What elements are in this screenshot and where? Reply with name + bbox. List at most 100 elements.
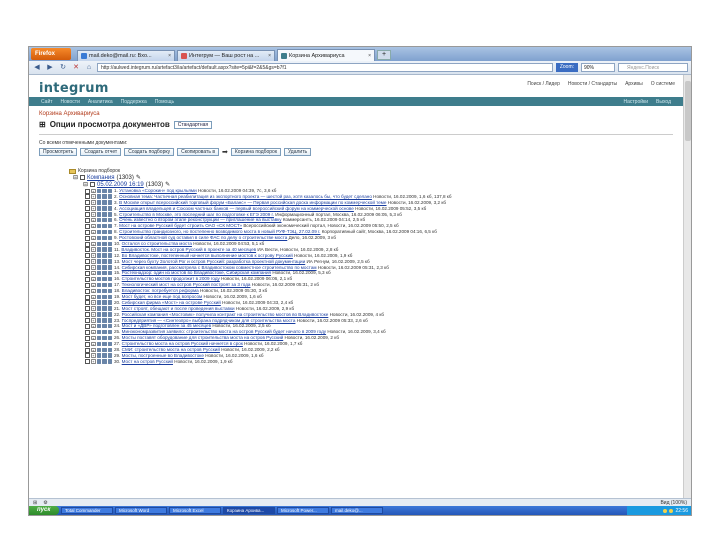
checkbox[interactable] xyxy=(85,247,90,253)
expand-icon[interactable]: + xyxy=(91,335,96,341)
document-title[interactable]: Строительство моста на остров Русский на… xyxy=(122,341,243,346)
checkbox[interactable] xyxy=(85,294,90,300)
search-input[interactable]: Яндекс.Поиск xyxy=(618,63,688,72)
edit-icon[interactable]: ✎ xyxy=(165,181,170,188)
document-icon[interactable] xyxy=(96,347,101,353)
create-collection-button[interactable]: Создать подборку xyxy=(124,148,175,156)
checkbox[interactable] xyxy=(85,265,90,271)
print-icon[interactable] xyxy=(102,288,107,294)
document-icon[interactable] xyxy=(96,329,101,335)
top-link[interactable]: Архивы xyxy=(625,81,643,87)
print-icon[interactable] xyxy=(102,200,107,205)
create-report-button[interactable]: Создать отчет xyxy=(80,148,122,156)
subfolder-link[interactable]: 05.02.2009 16:19 xyxy=(97,182,144,188)
document-title[interactable]: Мост будет, но все еще под вопросом xyxy=(122,294,203,299)
checkbox[interactable] xyxy=(85,312,90,318)
expand-icon[interactable]: + xyxy=(91,318,96,323)
print-icon[interactable] xyxy=(102,206,107,211)
menu-item[interactable]: Сайт xyxy=(41,99,53,105)
document-icon[interactable] xyxy=(96,259,101,264)
print-icon[interactable] xyxy=(102,253,107,258)
print-icon[interactable] xyxy=(102,259,107,264)
expand-icon[interactable]: + xyxy=(91,288,96,294)
save-icon[interactable] xyxy=(107,294,112,300)
document-icon[interactable] xyxy=(96,318,101,323)
document-title[interactable]: Владивосток: потребуется реформа xyxy=(122,288,199,293)
expand-icon[interactable]: + xyxy=(91,323,96,329)
save-icon[interactable] xyxy=(107,306,112,311)
document-icon[interactable] xyxy=(96,312,101,317)
taskbar-item[interactable]: Microsoft Excel xyxy=(169,507,221,514)
document-title[interactable]: Мосты, построенные во Владивостоке xyxy=(122,353,204,358)
document-title[interactable]: В Москве открыт всероссийский торговый ф… xyxy=(119,200,386,205)
status-zoom[interactable]: Вид (100%) xyxy=(660,500,687,506)
zoom-select[interactable]: 90% xyxy=(581,63,615,72)
checkbox[interactable] xyxy=(80,175,86,180)
save-icon[interactable] xyxy=(107,194,112,199)
document-icon[interactable] xyxy=(96,288,101,294)
checkbox[interactable] xyxy=(85,359,90,365)
checkbox[interactable] xyxy=(85,282,90,288)
document-title[interactable]: Мост через бухту Золотой Рог и остров Ру… xyxy=(122,259,306,264)
print-icon[interactable] xyxy=(102,265,107,270)
checkbox[interactable] xyxy=(85,347,90,353)
expand-icon[interactable]: + xyxy=(91,359,96,364)
print-icon[interactable] xyxy=(102,353,107,358)
save-icon[interactable] xyxy=(107,229,112,235)
taskbar-item[interactable]: mail.deko@... xyxy=(331,507,383,514)
expand-icon[interactable]: + xyxy=(91,341,96,347)
print-icon[interactable] xyxy=(102,329,107,335)
checkbox[interactable] xyxy=(85,253,90,259)
save-icon[interactable] xyxy=(107,235,112,241)
save-icon[interactable] xyxy=(107,323,112,329)
checkbox[interactable] xyxy=(85,318,90,324)
document-title[interactable]: Установка «Сорокин» под крыльями xyxy=(119,188,197,193)
checkbox[interactable] xyxy=(85,241,90,247)
save-icon[interactable] xyxy=(107,188,112,193)
expand-icon[interactable]: + xyxy=(91,247,96,252)
checkbox[interactable] xyxy=(85,300,90,306)
print-icon[interactable] xyxy=(102,300,107,305)
taskbar-item[interactable]: Total Commander xyxy=(61,507,113,514)
expand-icon[interactable]: + xyxy=(91,347,96,353)
expand-icon[interactable]: + xyxy=(91,276,96,282)
expand-icon[interactable]: + xyxy=(91,353,96,358)
checkbox[interactable] xyxy=(85,353,90,359)
checkbox[interactable] xyxy=(85,329,90,335)
collapse-icon[interactable]: ⊟ xyxy=(83,181,88,188)
document-icon[interactable] xyxy=(96,229,101,235)
save-icon[interactable] xyxy=(107,318,112,323)
document-title[interactable]: Остался со строительства моста xyxy=(122,241,192,246)
print-icon[interactable] xyxy=(102,318,107,323)
expand-icon[interactable]: + xyxy=(91,312,96,317)
print-icon[interactable] xyxy=(102,241,107,247)
tray-icon[interactable] xyxy=(663,508,668,513)
checkbox[interactable] xyxy=(85,200,90,206)
menu-item-exit[interactable]: Выход xyxy=(656,99,671,105)
expand-icon[interactable]: + xyxy=(91,206,96,211)
tree-folder[interactable]: ⊟ Компания (1303) ✎ xyxy=(69,174,683,182)
copy-to-button[interactable]: Скопировать в xyxy=(177,148,220,156)
checkbox[interactable] xyxy=(85,212,90,218)
document-icon[interactable] xyxy=(96,188,101,193)
edit-icon[interactable]: ✎ xyxy=(136,174,141,181)
print-icon[interactable] xyxy=(102,294,107,300)
reload-icon[interactable]: ↻ xyxy=(58,63,68,72)
top-link[interactable]: Поиск / Лидер xyxy=(527,81,560,87)
tree-subfolder[interactable]: ⊟ 05.02.2009 16:19 (1303) ✎ xyxy=(69,181,683,189)
checkbox[interactable] xyxy=(85,223,90,229)
save-icon[interactable] xyxy=(107,312,112,317)
document-icon[interactable] xyxy=(96,217,101,223)
save-icon[interactable] xyxy=(107,288,112,294)
expand-icon[interactable]: + xyxy=(91,235,96,241)
expand-icon[interactable]: + xyxy=(91,300,96,305)
taskbar-item[interactable]: Microsoft Power... xyxy=(277,507,329,514)
checkbox[interactable] xyxy=(85,323,90,329)
document-icon[interactable] xyxy=(96,270,101,276)
document-icon[interactable] xyxy=(96,206,101,211)
save-icon[interactable] xyxy=(107,241,112,247)
start-button[interactable]: пуск xyxy=(29,506,59,515)
save-icon[interactable] xyxy=(107,265,112,270)
checkbox[interactable] xyxy=(85,270,90,276)
document-title[interactable]: Мост строят, обещают и после проведения … xyxy=(122,306,235,311)
